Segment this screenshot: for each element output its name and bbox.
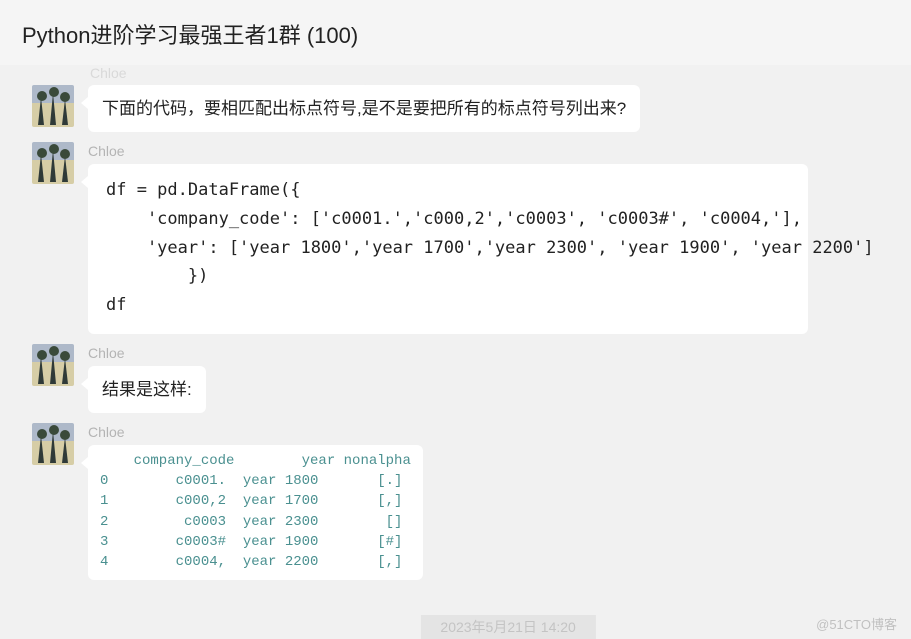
avatar[interactable] bbox=[32, 344, 74, 386]
message-bubble-code[interactable]: df = pd.DataFrame({ 'company_code': ['c0… bbox=[88, 164, 808, 334]
chat-area[interactable]: Chloe 下面的代码，要相匹配出标点符号,是不是要把所有的标点符号列出来? bbox=[0, 65, 911, 594]
table-row: 4 c0004, year 2200 [,] bbox=[100, 552, 411, 572]
sender-name: Chloe bbox=[88, 423, 423, 443]
avatar[interactable] bbox=[32, 85, 74, 127]
table-row: 1 c000,2 year 1700 [,] bbox=[100, 491, 411, 511]
avatar[interactable] bbox=[32, 142, 74, 184]
code-text: df = pd.DataFrame({ 'company_code': ['c0… bbox=[106, 180, 874, 316]
message-bubble[interactable]: 下面的代码，要相匹配出标点符号,是不是要把所有的标点符号列出来? bbox=[88, 85, 640, 132]
message-row: Chloe company_code year nonalpha0 c0001.… bbox=[0, 417, 911, 584]
message-row: 下面的代码，要相匹配出标点符号,是不是要把所有的标点符号列出来? bbox=[0, 79, 911, 136]
message-content: Chloe df = pd.DataFrame({ 'company_code'… bbox=[88, 142, 808, 334]
message-content: Chloe 结果是这样: bbox=[88, 344, 206, 413]
avatar[interactable] bbox=[32, 423, 74, 465]
message-bubble-table[interactable]: company_code year nonalpha0 c0001. year … bbox=[88, 445, 423, 581]
table-row: 3 c0003# year 1900 [#] bbox=[100, 532, 411, 552]
message-bubble[interactable]: 结果是这样: bbox=[88, 366, 206, 413]
message-content: 下面的代码，要相匹配出标点符号,是不是要把所有的标点符号列出来? bbox=[88, 85, 640, 132]
avatar-image bbox=[32, 85, 74, 127]
table-row: 2 c0003 year 2300 [] bbox=[100, 512, 411, 532]
message-text: 下面的代码，要相匹配出标点符号,是不是要把所有的标点符号列出来? bbox=[102, 99, 626, 118]
message-content: Chloe company_code year nonalpha0 c0001.… bbox=[88, 423, 423, 580]
chat-header: Python进阶学习最强王者1群 (100) bbox=[0, 0, 911, 69]
table-row: company_code year nonalpha bbox=[100, 451, 411, 471]
timestamp-hint: 2023年5月21日 14:20 bbox=[420, 615, 595, 639]
watermark-text: @51CTO博客 bbox=[816, 614, 897, 633]
table-row: 0 c0001. year 1800 [.] bbox=[100, 471, 411, 491]
avatar-image bbox=[32, 423, 74, 465]
sender-name: Chloe bbox=[88, 344, 206, 364]
avatar-image bbox=[32, 142, 74, 184]
sender-name: Chloe bbox=[88, 142, 808, 162]
message-row: Chloe df = pd.DataFrame({ 'company_code'… bbox=[0, 136, 911, 338]
chat-title: Python进阶学习最强王者1群 (100) bbox=[22, 18, 889, 50]
message-text: 结果是这样: bbox=[102, 380, 192, 399]
avatar-image bbox=[32, 344, 74, 386]
message-row: Chloe 结果是这样: bbox=[0, 338, 911, 417]
